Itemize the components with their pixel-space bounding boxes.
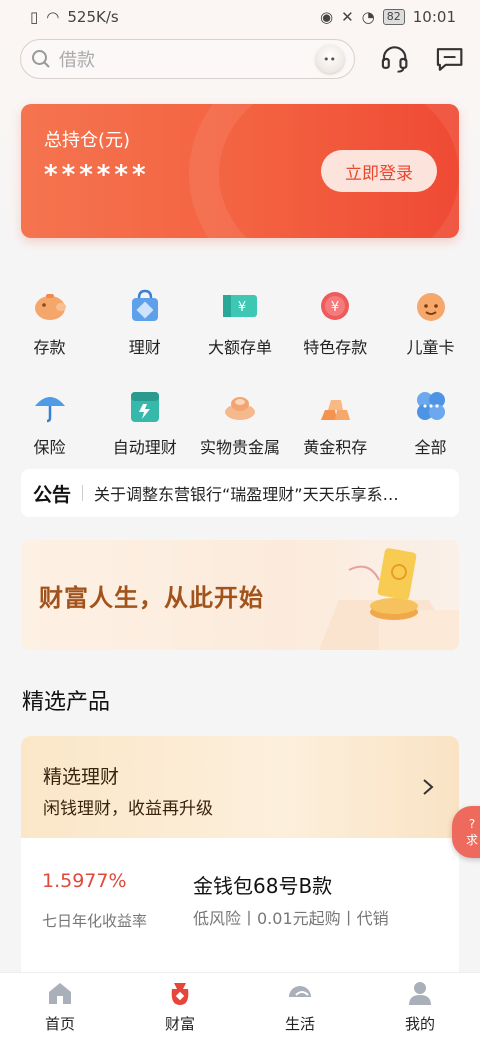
grid-label: 存款 <box>33 338 66 357</box>
tab-label: 生活 <box>284 1015 315 1033</box>
section-title: 精选产品 <box>22 690 111 715</box>
auto-finance-icon <box>130 392 159 422</box>
clock: 10:01 <box>412 8 456 26</box>
gold-ingot-icon <box>225 397 255 420</box>
grid-label: 大额存单 <box>207 338 272 357</box>
announcement-tag: 公告 <box>33 483 72 506</box>
tab-home[interactable]: 首页 <box>20 979 100 1034</box>
mute-icon: ✕ <box>341 8 354 26</box>
product-description: 低风险丨0.01元起购丨代销 <box>193 909 389 928</box>
chevron-right-icon[interactable] <box>421 778 435 796</box>
announcement-text: 关于调整东营银行“瑞盈理财”天天乐享系… <box>94 485 399 504</box>
grid-item-deposit[interactable]: 存款 <box>2 282 97 382</box>
status-bar: ▯ ◠ 525K/s ◉ ✕ ◔ 82 10:01 <box>0 0 480 34</box>
sim-alert-icon: ▯ <box>30 8 39 26</box>
bottom-tab-bar: 首页 财富 生活 我的 <box>0 972 480 1040</box>
search-input[interactable]: 借款 •• <box>20 39 355 79</box>
search-icon <box>32 50 50 68</box>
profile-icon <box>409 982 431 1005</box>
piggy-bank-icon <box>34 294 66 320</box>
yield-rate: 1.5977% <box>42 870 127 892</box>
floating-help-button[interactable]: ? 求 <box>452 806 480 858</box>
battery-icon: 82 <box>382 9 405 25</box>
grid-label: 保险 <box>33 438 66 457</box>
search-row: 借款 •• <box>20 38 465 80</box>
tab-label: 我的 <box>404 1015 435 1033</box>
grid-item-child-card[interactable]: 儿童卡 <box>383 282 478 382</box>
grid-item-large-cd[interactable]: ¥ 大额存单 <box>193 282 288 382</box>
tab-wealth[interactable]: 财富 <box>140 979 220 1034</box>
product-card-header[interactable]: 精选理财 闲钱理财，收益再升级 <box>21 736 459 838</box>
tab-life[interactable]: 生活 <box>260 979 340 1034</box>
product-card[interactable]: 精选理财 闲钱理财，收益再升级 1.5977% 七日年化收益率 金钱包68号B款… <box>21 736 459 986</box>
svg-text:¥: ¥ <box>331 300 339 315</box>
promo-banner[interactable]: 财富人生，从此开始 <box>21 540 459 650</box>
tab-label: 财富 <box>164 1015 195 1033</box>
umbrella-icon <box>34 397 65 423</box>
gold-card-illustration-icon <box>319 548 459 650</box>
child-face-icon <box>416 293 445 321</box>
help-icon: ? <box>468 816 476 831</box>
floating-help-label: 求 <box>465 832 478 847</box>
grid-item-insurance[interactable]: 保险 <box>2 382 97 482</box>
login-button[interactable]: 立即登录 <box>321 150 437 192</box>
total-assets-card: 总持仓(元) ****** 立即登录 <box>21 104 459 238</box>
grid-item-finance[interactable]: 理财 <box>97 282 192 382</box>
grid-label: 全部 <box>414 438 447 457</box>
headset-icon[interactable] <box>379 43 410 75</box>
message-icon[interactable] <box>434 43 465 75</box>
status-left: ▯ ◠ 525K/s <box>30 8 119 26</box>
assistant-robot-icon[interactable]: •• <box>315 45 344 73</box>
tab-profile[interactable]: 我的 <box>380 979 460 1034</box>
grid-label: 儿童卡 <box>406 338 455 357</box>
announcement-bar[interactable]: 公告 关于调整东营银行“瑞盈理财”天天乐享系… <box>21 469 459 517</box>
divider <box>82 485 84 501</box>
status-right: ◉ ✕ ◔ 82 10:01 <box>320 8 456 26</box>
nfc-icon: ◔ <box>361 8 375 26</box>
product-category-title: 精选理财 <box>43 766 120 788</box>
grid-row: 保险 自动理财 实物贵金属 黄金积存 全部 <box>0 382 480 482</box>
assets-title: 总持仓(元) <box>44 130 131 151</box>
all-icon <box>416 392 445 420</box>
grid-label: 自动理财 <box>112 438 177 457</box>
grid-item-special-deposit[interactable]: ¥ 特色存款 <box>288 282 383 382</box>
function-grid: 存款 理财 ¥ 大额存单 ¥ 特色存款 儿童卡 保险 自动理财 实物贵金属 黄金… <box>0 282 480 482</box>
product-name: 金钱包68号B款 <box>193 874 333 898</box>
bag-icon <box>131 289 158 321</box>
assets-masked-value: ****** <box>44 160 150 190</box>
product-category-subtitle: 闲钱理财，收益再升级 <box>43 799 213 819</box>
grid-label: 理财 <box>128 338 161 357</box>
grid-label: 黄金积存 <box>303 438 368 457</box>
network-speed: 525K/s <box>67 8 119 26</box>
wealth-bag-icon <box>171 983 189 1005</box>
yield-rate-label: 七日年化收益率 <box>42 912 148 930</box>
home-icon <box>49 983 71 1004</box>
eye-icon: ◉ <box>320 8 334 26</box>
certificate-icon: ¥ <box>223 295 257 317</box>
grid-item-gold-accumulation[interactable]: 黄金积存 <box>288 382 383 482</box>
grid-item-auto-finance[interactable]: 自动理财 <box>97 382 192 482</box>
life-icon <box>289 986 311 997</box>
wifi-icon: ◠ <box>46 8 60 26</box>
search-placeholder: 借款 <box>59 50 95 71</box>
gold-bars-icon <box>321 400 351 420</box>
banner-slogan: 财富人生，从此开始 <box>39 584 264 612</box>
grid-label: 实物贵金属 <box>199 438 280 457</box>
grid-row: 存款 理财 ¥ 大额存单 ¥ 特色存款 儿童卡 <box>0 282 480 382</box>
tab-label: 首页 <box>44 1015 75 1033</box>
grid-item-precious-metal[interactable]: 实物贵金属 <box>193 382 288 482</box>
yen-coin-icon: ¥ <box>321 292 350 320</box>
svg-text:¥: ¥ <box>238 300 246 315</box>
grid-item-all[interactable]: 全部 <box>383 382 478 482</box>
grid-label: 特色存款 <box>303 338 368 357</box>
